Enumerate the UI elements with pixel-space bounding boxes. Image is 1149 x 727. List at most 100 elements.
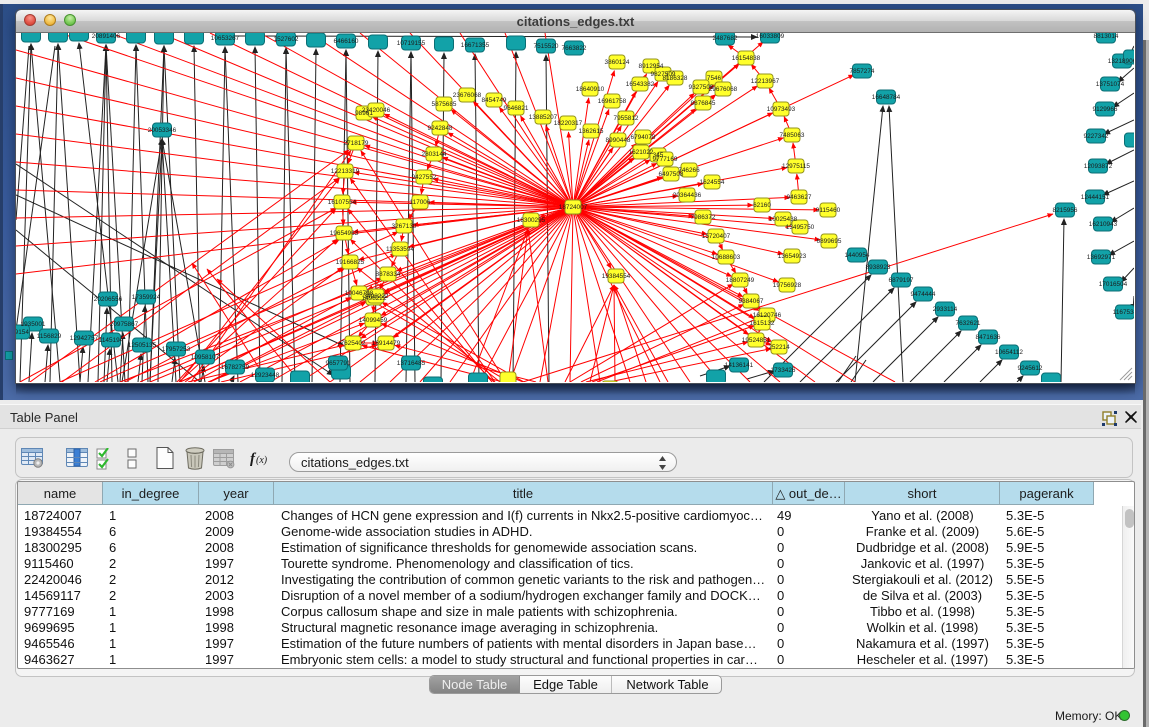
svg-text:117006: 117006 [410,199,431,206]
svg-text:9227342: 9227342 [1084,133,1109,140]
svg-text:7857274: 7857274 [850,68,875,75]
svg-text:1156829: 1156829 [37,333,62,340]
svg-text:23676068: 23676068 [453,92,482,99]
svg-text:8876845: 8876845 [691,100,716,107]
svg-text:9384067: 9384067 [739,298,764,305]
svg-text:12942757: 12942757 [70,335,99,342]
svg-text:8878334: 8878334 [376,271,401,278]
svg-text:2803144: 2803144 [422,151,447,158]
svg-text:1733426: 1733426 [771,367,796,374]
svg-text:17016504: 17016504 [1099,281,1128,288]
svg-text:8912954: 8912954 [639,63,664,70]
svg-text:(x): (x) [256,455,268,466]
svg-text:20206556: 20206556 [94,296,123,303]
svg-text:9463627: 9463627 [787,194,812,201]
svg-text:7955812: 7955812 [614,115,639,122]
svg-text:62160: 62160 [753,202,771,209]
svg-text:20975867: 20975867 [110,321,139,328]
svg-text:16210943: 16210943 [1089,221,1118,228]
svg-text:29676068: 29676068 [709,86,738,93]
svg-text:2487682: 2487682 [713,35,738,42]
svg-text:23420046: 23420046 [362,107,391,114]
svg-text:13495750: 13495750 [786,224,815,231]
svg-text:16107554: 16107554 [328,199,357,206]
svg-text:8215956: 8215956 [1053,207,1078,214]
svg-text:10654112: 10654112 [995,349,1023,356]
svg-text:10688603: 10688603 [712,254,741,261]
svg-text:17359924: 17359924 [132,294,161,301]
svg-text:18640910: 18640910 [576,86,605,93]
svg-text:1935001: 1935001 [21,321,46,328]
svg-text:11353594: 11353594 [386,246,414,253]
svg-text:8454749: 8454749 [482,97,507,104]
svg-text:7625402: 7625402 [341,340,366,347]
svg-text:16671355: 16671355 [461,42,490,49]
svg-text:9245612: 9245612 [1018,365,1043,372]
svg-text:9646821: 9646821 [504,105,529,112]
svg-text:1624554: 1624554 [700,179,725,186]
svg-text:16543382: 16543382 [626,81,655,88]
svg-text:18300295: 18300295 [517,217,546,224]
svg-text:20053346: 20053346 [148,127,177,134]
svg-text:16782759: 16782759 [221,364,250,371]
svg-text:16154838: 16154838 [732,55,761,62]
svg-text:9427552: 9427552 [412,174,437,181]
svg-text:1527602: 1527602 [274,36,299,43]
svg-text:9129966: 9129966 [1093,106,1118,113]
svg-text:1145194: 1145194 [99,337,124,344]
svg-text:8813014: 8813014 [1094,33,1119,40]
svg-text:8938923: 8938923 [866,264,891,271]
svg-text:18724007: 18724007 [559,204,588,211]
svg-text:15720407: 15720407 [702,233,731,240]
svg-text:9777169: 9777169 [653,156,678,163]
svg-text:13751074: 13751074 [1096,81,1125,88]
svg-text:19166825: 19166825 [336,259,365,266]
svg-text:12213319: 12213319 [331,168,360,175]
svg-text:6879197: 6879197 [889,277,914,284]
svg-text:7663822: 7663822 [562,45,587,52]
svg-text:10719155: 10719155 [397,40,426,47]
svg-text:6899695: 6899695 [817,238,842,245]
svg-text:18220317: 18220317 [554,120,583,127]
svg-text:19524851: 19524851 [742,337,771,344]
svg-text:17957253: 17957253 [162,346,191,353]
svg-text:12444151: 12444151 [1081,194,1110,201]
svg-text:13218906: 13218906 [1108,58,1134,65]
svg-text:10025438: 10025438 [769,216,798,223]
svg-text:9242848: 9242848 [428,125,453,132]
svg-text:8471636: 8471636 [976,334,1001,341]
svg-text:7546: 7546 [707,75,722,82]
svg-text:12093872: 12093872 [1084,163,1113,170]
svg-text:13716485: 13716485 [397,360,426,367]
svg-text:12213967: 12213967 [751,78,780,85]
svg-text:39154: 39154 [16,329,29,336]
svg-text:1362615: 1362615 [579,128,604,135]
svg-text:7515520: 7515520 [534,43,559,50]
svg-text:18807249: 18807249 [726,277,755,284]
svg-text:746266: 746266 [678,167,700,174]
svg-text:10958107: 10958107 [191,354,220,361]
svg-text:3498222: 3498222 [364,293,389,300]
svg-text:13654923: 13654923 [778,253,807,260]
svg-text:6466160: 6466160 [334,38,359,45]
svg-text:19384554: 19384554 [602,273,631,280]
svg-text:5875685: 5875685 [432,101,457,108]
svg-text:14136141: 14136141 [725,362,754,369]
svg-text:7485063: 7485063 [780,132,805,139]
svg-text:9115460: 9115460 [816,207,841,214]
svg-text:2933114: 2933114 [933,306,958,313]
svg-text:16120746: 16120746 [753,312,782,319]
svg-text:19654963: 19654963 [330,230,359,237]
svg-text:1615132: 1615132 [750,320,775,327]
svg-text:252214: 252214 [768,344,790,351]
svg-text:10653267: 10653267 [211,35,240,42]
svg-text:20364436: 20364436 [673,192,702,199]
svg-text:16914479: 16914479 [372,340,401,347]
svg-text:16033809: 16033809 [756,33,785,40]
svg-text:20891406: 20891406 [92,33,121,40]
svg-text:12975115: 12975115 [782,163,810,170]
svg-text:9657791: 9657791 [326,360,351,367]
svg-text:9474444: 9474444 [911,291,936,298]
svg-text:8186328: 8186328 [663,75,688,82]
svg-text:1167534: 1167534 [1113,309,1134,316]
